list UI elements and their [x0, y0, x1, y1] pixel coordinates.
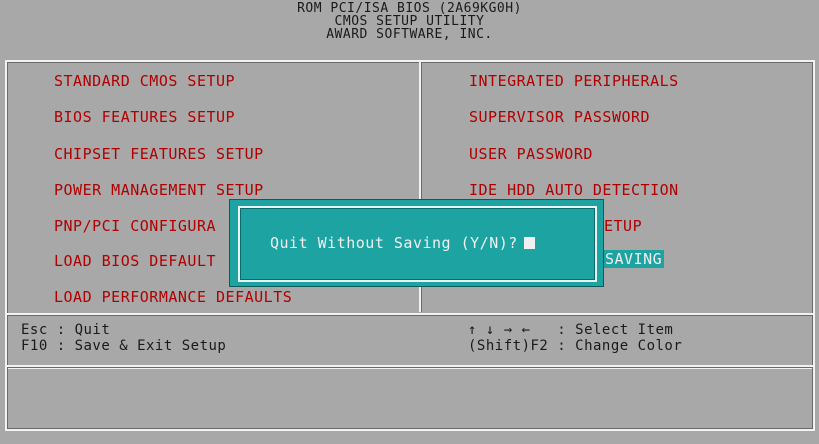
dialog-prompt: Quit Without Saving (Y/N)?	[270, 234, 518, 252]
help-change-color: (Shift)F2 : Change Color	[468, 338, 683, 354]
help-f10-save-exit: F10 : Save & Exit Setup	[21, 338, 227, 354]
menu-item-load-bios-defaults[interactable]: LOAD BIOS DEFAULT	[54, 252, 216, 270]
menu-item-save-exit-setup-partial[interactable]: ETUP	[604, 217, 642, 235]
bios-header: ROM PCI/ISA BIOS (2A69KG0H) CMOS SETUP U…	[0, 0, 819, 62]
quit-without-saving-dialog: Quit Without Saving (Y/N)?	[229, 199, 604, 287]
menu-item-integrated-peripherals[interactable]: INTEGRATED PERIPHERALS	[469, 72, 679, 90]
menu-item-supervisor-password[interactable]: SUPERVISOR PASSWORD	[469, 108, 650, 126]
dialog-prompt-line: Quit Without Saving (Y/N)?	[270, 234, 535, 252]
menu-item-standard-cmos-setup[interactable]: STANDARD CMOS SETUP	[54, 72, 235, 90]
menu-item-pnp-pci-configuration[interactable]: PNP/PCI CONFIGURA	[54, 217, 216, 235]
vendor-title: AWARD SOFTWARE, INC.	[326, 27, 493, 42]
status-bar-frame	[5, 365, 815, 431]
menu-item-exit-without-saving-highlighted[interactable]: SAVING	[603, 250, 665, 268]
menu-item-chipset-features-setup[interactable]: CHIPSET FEATURES SETUP	[54, 145, 264, 163]
menu-item-load-performance-defaults[interactable]: LOAD PERFORMANCE DEFAULTS	[54, 288, 292, 306]
help-esc-quit: Esc : Quit	[21, 322, 111, 338]
text-cursor[interactable]	[523, 237, 535, 249]
help-select-item: ↑ ↓ → ← : Select Item	[468, 322, 674, 338]
menu-item-ide-hdd-auto-detection[interactable]: IDE HDD AUTO DETECTION	[469, 181, 679, 199]
menu-item-bios-features-setup[interactable]: BIOS FEATURES SETUP	[54, 108, 235, 126]
menu-item-user-password[interactable]: USER PASSWORD	[469, 145, 593, 163]
menu-item-power-management-setup[interactable]: POWER MANAGEMENT SETUP	[54, 181, 264, 199]
